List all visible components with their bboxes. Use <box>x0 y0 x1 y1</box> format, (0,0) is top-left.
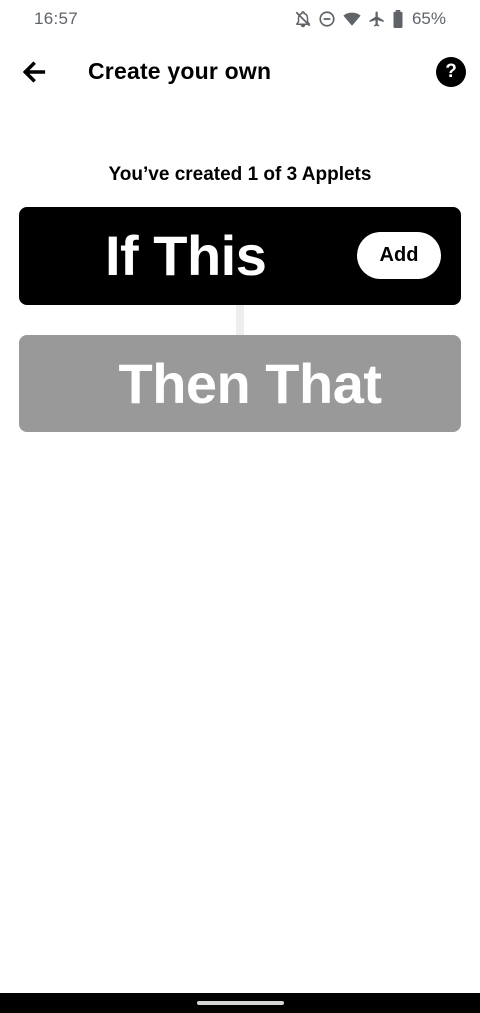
battery-percent: 65% <box>411 9 446 28</box>
notifications-off-icon <box>294 10 312 28</box>
help-icon: ? <box>445 61 457 82</box>
if-this-label: If This <box>105 224 267 287</box>
help-button[interactable]: ? <box>436 57 466 87</box>
status-time: 16:57 <box>34 9 79 28</box>
arrow-left-icon <box>22 61 46 83</box>
screen: 16:57 65% Create your own ? You’ve creat… <box>0 0 480 1013</box>
airplane-mode-icon <box>368 10 386 28</box>
add-trigger-button[interactable]: Add <box>357 232 441 279</box>
battery-icon <box>392 10 404 28</box>
page-title: Create your own <box>88 58 272 84</box>
connector-line <box>236 305 244 335</box>
back-button[interactable] <box>18 56 50 88</box>
navigation-bar <box>0 993 480 1013</box>
then-that-card: Then That <box>19 335 461 432</box>
then-that-label: Then That <box>118 352 382 415</box>
if-this-card[interactable]: If This Add <box>19 207 461 305</box>
applet-count: You’ve created 1 of 3 Applets <box>108 164 372 185</box>
status-icons: 65% <box>294 9 446 29</box>
wifi-icon <box>342 10 362 28</box>
do-not-disturb-icon <box>318 10 336 28</box>
home-gesture-handle[interactable] <box>197 1001 284 1005</box>
status-bar: 16:57 65% <box>0 0 480 40</box>
app-bar: Create your own ? <box>0 44 480 100</box>
